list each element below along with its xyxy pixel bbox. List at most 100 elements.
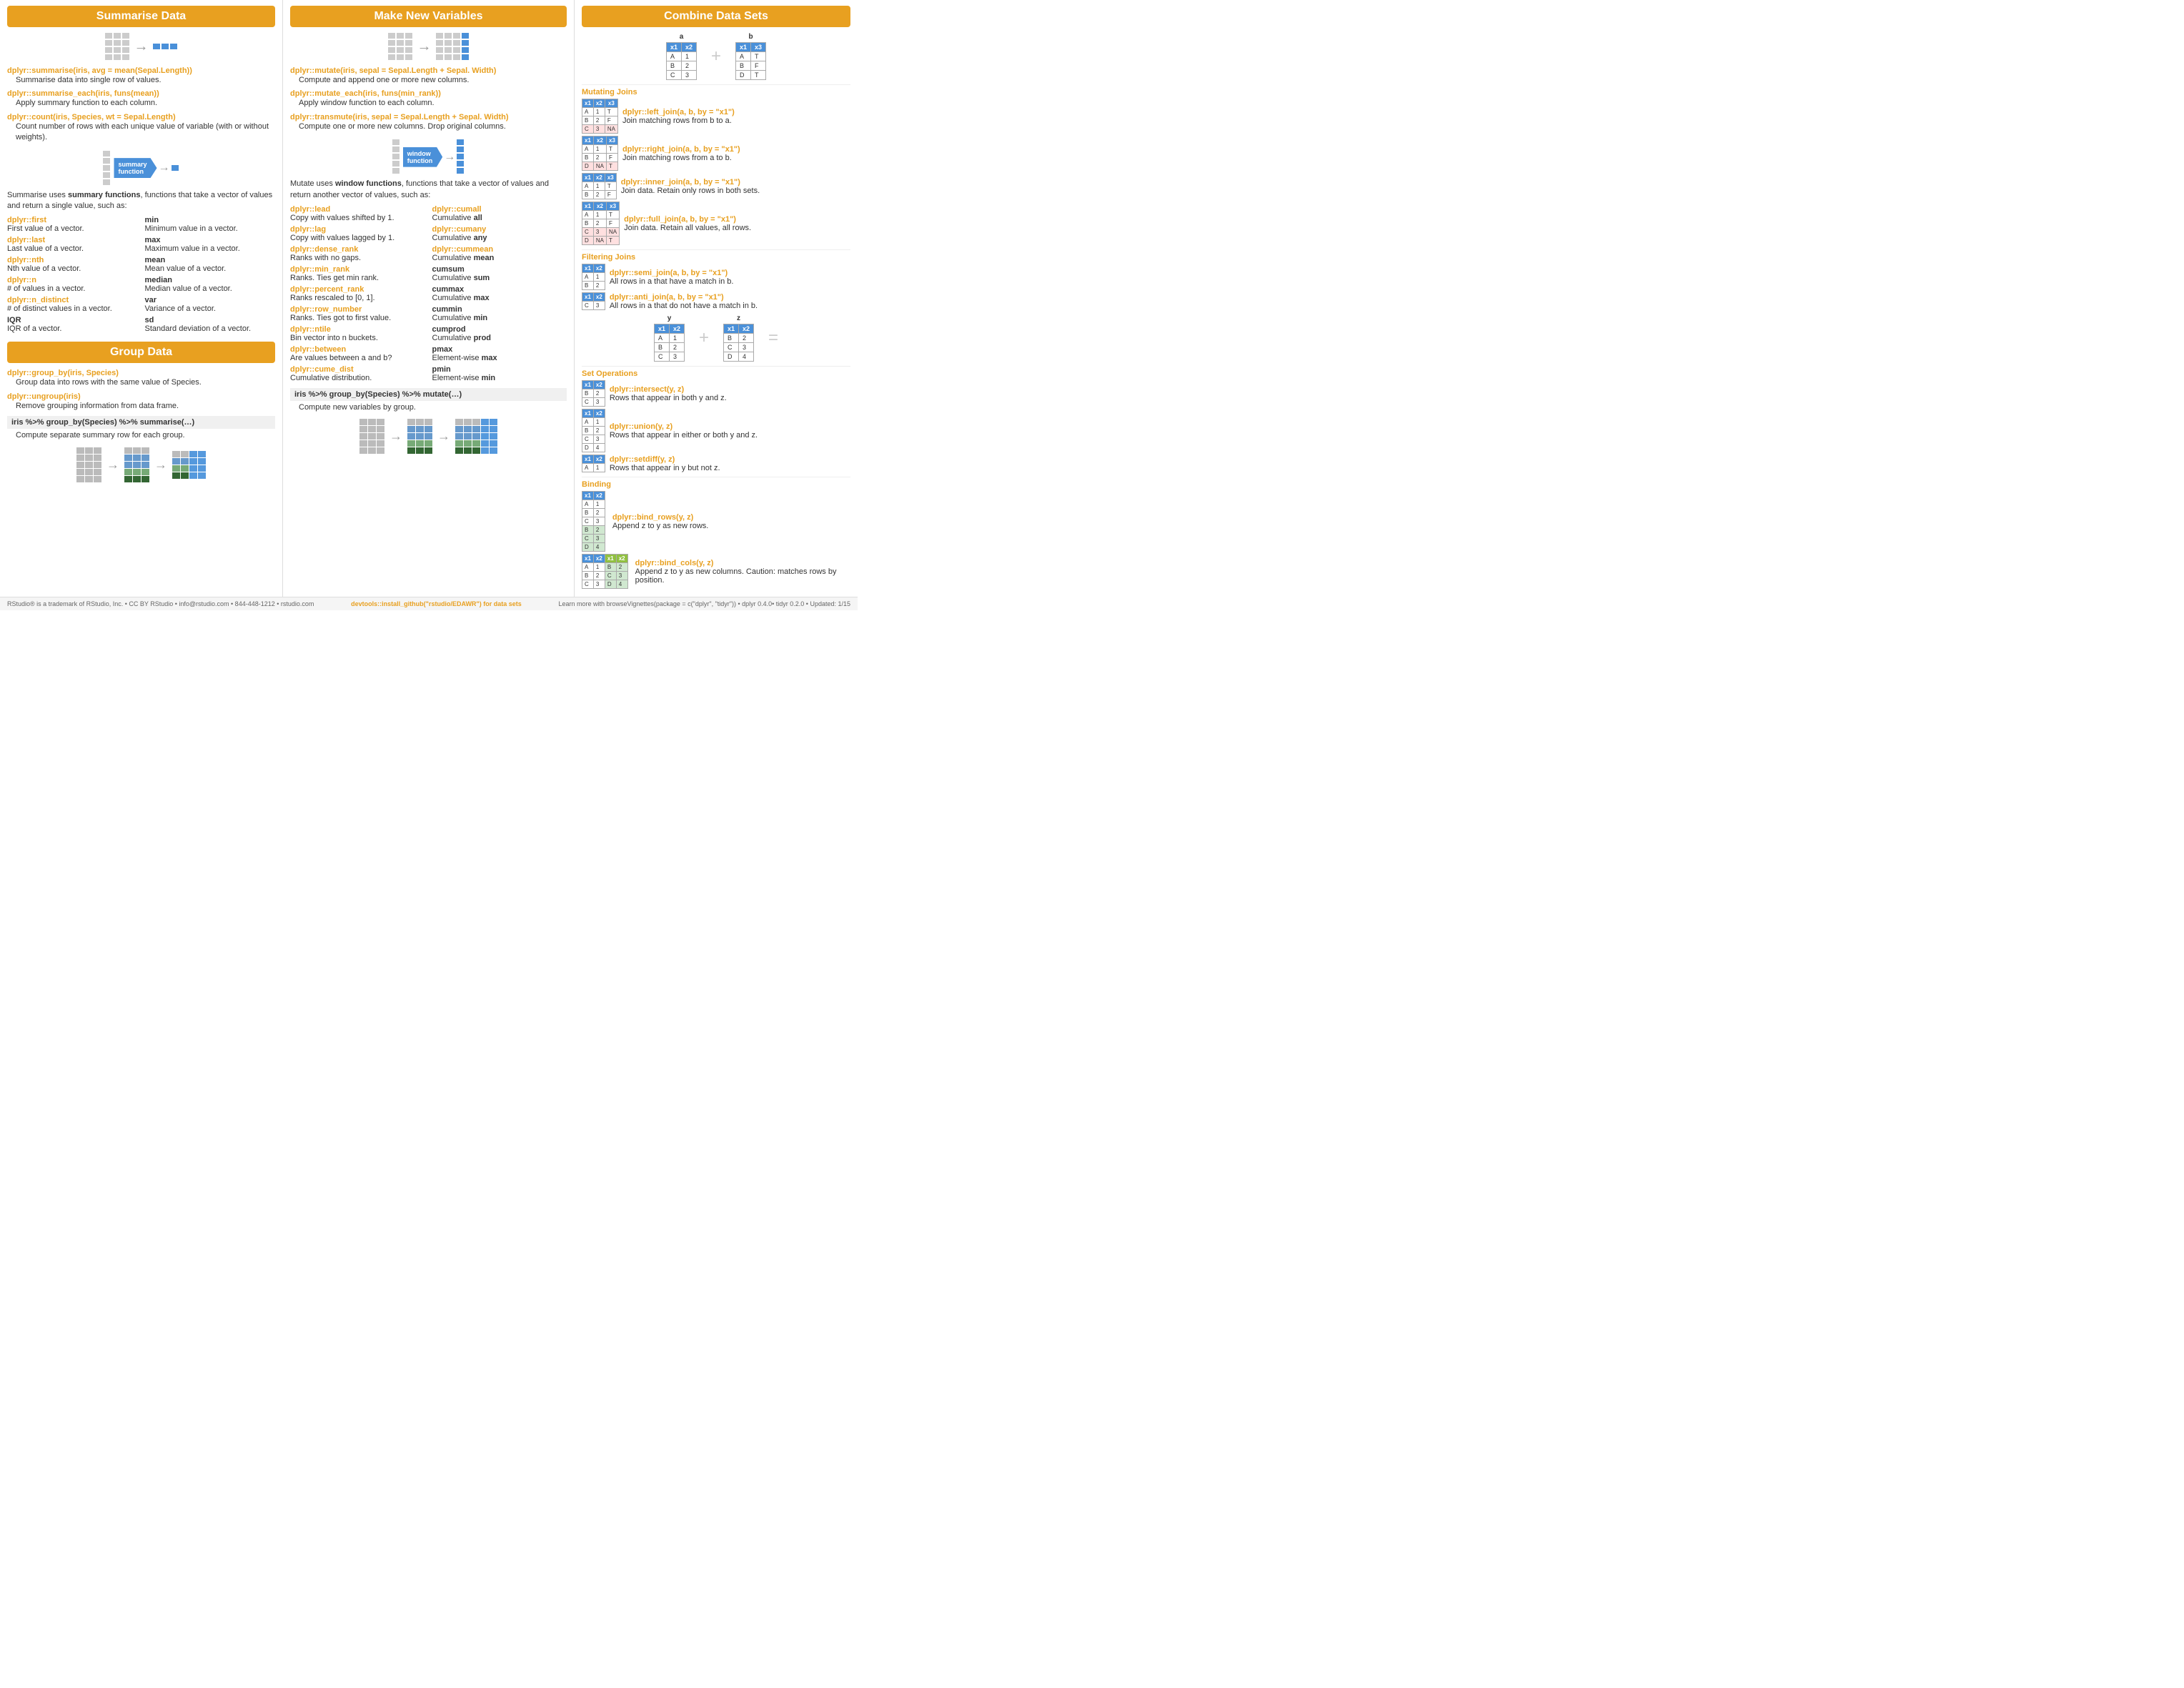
- inner-join-name: dplyr::inner_join(a, b, by = "x1"): [621, 178, 740, 187]
- semi-join-table: x1x2 A1 B2: [582, 264, 605, 290]
- group-pipeline: iris %>% group_by(Species) %>% summarise…: [7, 416, 275, 429]
- wf-dense-rank-desc: Ranks with no gaps.: [290, 254, 361, 262]
- window-func-list-right: dplyr::cumall Cumulative all dplyr::cuma…: [432, 205, 567, 382]
- wf-lag: dplyr::lag Copy with values lagged by 1.: [290, 225, 425, 242]
- sf-ndistinct: dplyr::n_distinct # of distinct values i…: [7, 296, 138, 313]
- summarise-func-1-name: dplyr::summarise(iris, avg = mean(Sepal.…: [7, 66, 275, 75]
- wf-cummin-desc: Cumulative min: [432, 314, 488, 322]
- summarise-func-3: dplyr::count(iris, Species, wt = Sepal.L…: [7, 113, 275, 144]
- wf-pmin-name: pmin: [432, 365, 451, 374]
- wf-arrow: →: [444, 151, 455, 164]
- sf-sd: sd Standard deviation of a vector.: [145, 316, 276, 333]
- bind-rows-text: Append z to y as new rows.: [612, 522, 709, 530]
- wf-cummean: dplyr::cummean Cumulative mean: [432, 245, 567, 262]
- wf-ntile-desc: Bin vector into n buckets.: [290, 334, 378, 342]
- yz-tables: y x1x2 A1 B2 C3 + z x1x2 B2 C3 D4: [582, 314, 850, 362]
- sf-last: dplyr::last Last value of a vector.: [7, 236, 138, 253]
- left-join-row: x1x2x3 A1T B2F C3NA dplyr::left_join(a, …: [582, 99, 850, 134]
- table-y-label: y: [654, 314, 685, 322]
- right-join-table: x1x2x3 A1T B2F DNAT: [582, 136, 618, 171]
- union-table: x1x2 A1 B2 C3 D4: [582, 409, 605, 452]
- sf-var-name: var: [145, 296, 157, 304]
- sf-max: max Maximum value in a vector.: [145, 236, 276, 253]
- wf-cumsum-name: cumsum: [432, 265, 465, 274]
- sf-input: [103, 151, 111, 186]
- sf-sd-name: sd: [145, 316, 154, 324]
- wf-percent-rank-name: dplyr::percent_rank: [290, 285, 364, 294]
- bind-cols-diagram: x1x2x1x2 A1B2 B2C3 C3D4 dplyr::bind_cols…: [582, 554, 850, 589]
- intersect-row: x1x2 B2 C3 dplyr::intersect(y, z) Rows t…: [582, 380, 850, 407]
- table-y: y x1x2 A1 B2 C3: [654, 314, 685, 362]
- wf-between-name: dplyr::between: [290, 345, 346, 354]
- semi-join-row: x1x2 A1 B2 dplyr::semi_join(a, b, by = "…: [582, 264, 850, 290]
- mn-func-1: dplyr::mutate(iris, sepal = Sepal.Length…: [290, 66, 567, 86]
- full-join-row: x1x2x3 A1T B2F C3NA DNAT dplyr::full_joi…: [582, 202, 850, 245]
- group-diagram: → →: [7, 447, 275, 482]
- wf-cumall-name: dplyr::cumall: [432, 205, 482, 214]
- left-join-name: dplyr::left_join(a, b, by = "x1"): [622, 108, 735, 116]
- combine-header: Combine Data Sets: [582, 6, 850, 27]
- right-join-name: dplyr::right_join(a, b, by = "x1"): [622, 145, 740, 154]
- wf-row-number-name: dplyr::row_number: [290, 305, 362, 314]
- sf-n-name: dplyr::n: [7, 276, 36, 284]
- gd-grid2: [124, 447, 149, 482]
- left-join-table: x1x2x3 A1T B2F C3NA: [582, 99, 618, 134]
- wf-lag-desc: Copy with values lagged by 1.: [290, 234, 394, 242]
- wf-row-number: dplyr::row_number Ranks. Ties got to fir…: [290, 305, 425, 322]
- union-text: Rows that appear in either or both y and…: [610, 431, 758, 440]
- bind-cols-name: dplyr::bind_cols(y, z): [635, 559, 714, 567]
- wf-cume-dist: dplyr::cume_dist Cumulative distribution…: [290, 365, 425, 382]
- wf-between: dplyr::between Are values between a and …: [290, 345, 425, 362]
- semi-join-desc: dplyr::semi_join(a, b, by = "x1") All ro…: [610, 269, 850, 286]
- wf-cummin: cummin Cumulative min: [432, 305, 567, 322]
- setdiff-text: Rows that appear in y but not z.: [610, 464, 720, 472]
- union-name: dplyr::union(y, z): [610, 422, 672, 431]
- wf-pmax: pmax Element-wise max: [432, 345, 567, 362]
- summarise-diagram: →: [7, 33, 275, 61]
- wf-between-desc: Are values between a and b?: [290, 354, 392, 362]
- sf-first: dplyr::first First value of a vector.: [7, 216, 138, 233]
- mn-pipeline-desc: Compute new variables by group.: [299, 402, 567, 413]
- footer: RStudio® is a trademark of RStudio, Inc.…: [0, 597, 858, 610]
- filtering-joins-label: Filtering Joins: [582, 249, 850, 262]
- left-join-desc: dplyr::left_join(a, b, by = "x1") Join m…: [622, 108, 850, 125]
- summarise-arrow: →: [134, 39, 149, 55]
- make-new-header: Make New Variables: [290, 6, 567, 27]
- intersect-desc: dplyr::intersect(y, z) Rows that appear …: [610, 385, 850, 402]
- bind-cols-text: Append z to y as new columns. Caution: m…: [635, 567, 837, 585]
- sf-var: var Variance of a vector.: [145, 296, 276, 313]
- semi-join-text: All rows in a that have a match in b.: [610, 277, 734, 286]
- sf-min-name: min: [145, 216, 159, 224]
- wf-cumall-desc: Cumulative all: [432, 214, 482, 222]
- yz-eq: =: [768, 328, 778, 348]
- sf-max-name: max: [145, 236, 161, 244]
- col-make-new: Make New Variables → dplyr::mu: [283, 0, 575, 597]
- table-z-data: x1x2 B2 C3 D4: [723, 324, 754, 362]
- setdiff-name: dplyr::setdiff(y, z): [610, 455, 675, 464]
- mn-input-grid: [388, 33, 413, 61]
- mn-func-2: dplyr::mutate_each(iris, funs(min_rank))…: [290, 89, 567, 109]
- wf-lag-name: dplyr::lag: [290, 225, 326, 234]
- sf-ndistinct-desc: # of distinct values in a vector.: [7, 304, 112, 313]
- sf-median: median Median value of a vector.: [145, 276, 276, 293]
- full-join-name: dplyr::full_join(a, b, by = "x1"): [624, 215, 736, 224]
- sf-ndistinct-name: dplyr::n_distinct: [7, 296, 69, 304]
- wf-lead-desc: Copy with values shifted by 1.: [290, 214, 394, 222]
- summarise-header: Summarise Data: [7, 6, 275, 27]
- table-b-label: b: [735, 33, 766, 41]
- group-pipeline-desc: Compute separate summary row for each gr…: [16, 430, 275, 441]
- ab-tables: a x1x2 A1 B2 C3 + b x1x3 AT BF DT: [582, 33, 850, 80]
- window-fn-diagram: windowfunction →: [290, 139, 567, 174]
- md-arrow2: →: [437, 429, 450, 444]
- full-join-table: x1x2x3 A1T B2F C3NA DNAT: [582, 202, 620, 245]
- intersect-name: dplyr::intersect(y, z): [610, 385, 684, 394]
- summary-func-list-left: dplyr::first First value of a vector. dp…: [7, 216, 138, 333]
- wf-min-rank-desc: Ranks. Ties get min rank.: [290, 274, 379, 282]
- sf-mean-name: mean: [145, 256, 166, 264]
- setdiff-table: x1x2 A1: [582, 455, 605, 472]
- bind-rows-desc: dplyr::bind_rows(y, z) Append z to y as …: [612, 513, 850, 530]
- mn-func-3-name: dplyr::transmute(iris, sepal = Sepal.Len…: [290, 113, 567, 121]
- anti-join-desc: dplyr::anti_join(a, b, by = "x1") All ro…: [610, 293, 850, 310]
- semi-join-name: dplyr::semi_join(a, b, by = "x1"): [610, 269, 728, 277]
- wf-ntile-name: dplyr::ntile: [290, 325, 331, 334]
